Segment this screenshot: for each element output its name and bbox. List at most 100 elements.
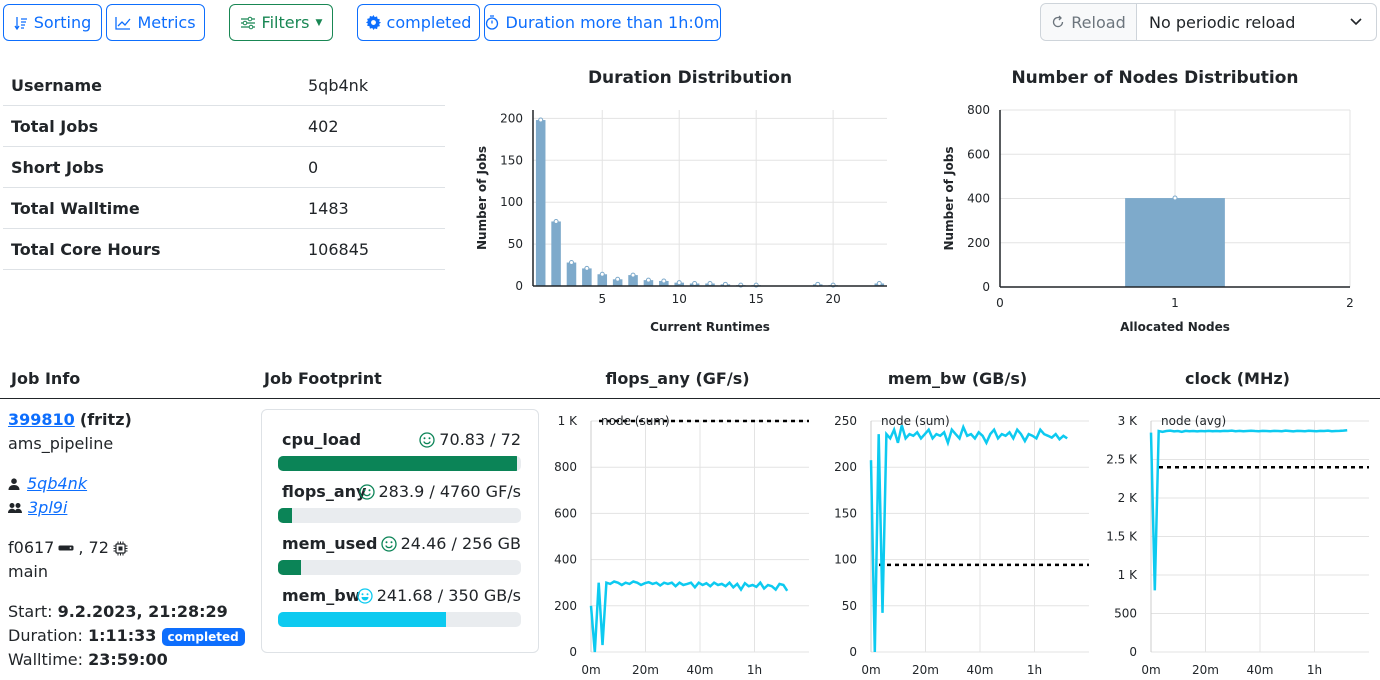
flops-header: flops_any (GF/s) <box>605 369 750 388</box>
smile-icon <box>419 431 435 448</box>
y-tick-label: 200 <box>500 111 523 125</box>
stats-value: 402 <box>308 116 339 136</box>
state-filter-button[interactable]: completed <box>357 4 480 41</box>
bar-point <box>1172 195 1178 201</box>
chart-line-icon <box>115 16 131 30</box>
clock-header: clock (MHz) <box>1185 369 1290 388</box>
job-group-link[interactable]: 3pl9i <box>28 496 67 520</box>
y-tick-label: 0 <box>515 279 523 293</box>
job-host: f0617 <box>8 538 55 557</box>
y-axis-label: Number of Jobs <box>475 146 489 250</box>
y-tick-label: 400 <box>554 553 577 567</box>
y-tick-label: 250 <box>834 414 857 428</box>
series-line <box>589 580 789 653</box>
sorting-label: Sorting <box>33 13 92 32</box>
footprint-value: 283.9 / 4760 GF/s <box>378 482 522 501</box>
x-tick-label: 1h <box>1307 663 1322 677</box>
stats-row: Total Jobs 402 <box>3 106 445 147</box>
stats-label: Username <box>11 75 102 95</box>
job-walltime: 23:59:00 <box>88 650 168 669</box>
x-tick-label: 20m <box>912 663 939 677</box>
stats-value: 106845 <box>308 239 370 259</box>
job-cores: , 72 <box>78 538 109 557</box>
histogram-bar <box>551 221 561 286</box>
y-tick-label: 50 <box>842 599 857 613</box>
y-tick-label: 600 <box>967 147 990 161</box>
y-tick-label: 0 <box>569 645 577 659</box>
y-tick-label: 1 K <box>558 414 578 428</box>
y-tick-label: 600 <box>554 506 577 520</box>
bar-point <box>676 280 682 286</box>
x-tick-label: 2 <box>1346 296 1354 310</box>
reload-button[interactable]: Reload <box>1041 4 1137 40</box>
cpu-icon <box>113 541 128 555</box>
stats-value: 5qb4nk <box>308 75 369 95</box>
reload-label: Reload <box>1071 12 1126 32</box>
histogram-bar <box>566 262 577 286</box>
periodic-reload-select[interactable]: No periodic reload <box>1137 4 1376 40</box>
y-tick-label: 150 <box>500 153 523 167</box>
bar-point <box>692 280 698 286</box>
stats-row: Total Core Hours 106845 <box>3 229 445 270</box>
metrics-label: Metrics <box>137 13 196 32</box>
footprint-value: 24.46 / 256 GB <box>400 534 521 553</box>
state-filter-label: completed <box>386 13 472 32</box>
metrics-button[interactable]: Metrics <box>106 4 205 41</box>
x-tick-label: 20 <box>825 292 840 306</box>
x-axis-label: Current Runtimes <box>650 320 770 334</box>
y-tick-label: 2.5 K <box>1106 453 1138 467</box>
series-label: node (sum) <box>601 414 670 428</box>
job-info-header: Job Info <box>11 369 81 388</box>
refresh-icon <box>1053 15 1064 28</box>
flops-any-chart: 0m 20m 40m 1h 0 200 400 600 800 1 K node (sum) <box>554 414 809 677</box>
smile-icon <box>358 483 375 500</box>
duration-filter-button[interactable]: Duration more than 1h:0m <box>484 4 721 41</box>
x-tick-label: 0m <box>1141 663 1160 677</box>
job-start: 9.2.2023, 21:28:29 <box>57 602 228 621</box>
footprint-name: mem_used <box>282 534 378 553</box>
users-icon <box>8 503 22 513</box>
series-line <box>1149 428 1348 591</box>
y-tick-label: 150 <box>834 506 857 520</box>
bar-point <box>630 272 636 278</box>
stats-row: Short Jobs 0 <box>3 147 445 188</box>
nodes-distribution-chart: 0 1 2 0 200 400 600 800 Allocated Nodes Number of… <box>942 103 1354 334</box>
filters-button[interactable]: Filters ▼ <box>229 4 333 41</box>
series-line <box>869 423 1068 653</box>
x-tick-label: 0 <box>996 296 1004 310</box>
footprint-bar-fill <box>278 612 446 627</box>
footprint-value: 241.68 / 350 GB/s <box>376 586 521 605</box>
stats-row: Total Walltime 1483 <box>3 188 445 229</box>
start-label: Start: <box>8 602 58 621</box>
sorting-button[interactable]: Sorting <box>3 4 102 41</box>
x-tick-label: 40m <box>1247 663 1274 677</box>
bar-point <box>568 260 574 266</box>
job-user-link[interactable]: 5qb4nk <box>27 472 87 496</box>
y-tick-label: 400 <box>967 192 990 206</box>
caret-down-icon: ▼ <box>315 17 323 28</box>
stats-row: Username 5qb4nk <box>3 65 445 106</box>
footprint-name: cpu_load <box>282 430 362 449</box>
job-state-badge: completed <box>161 627 245 646</box>
periodic-reload-value: No periodic reload <box>1149 12 1296 32</box>
y-tick-label: 3 K <box>1118 414 1138 428</box>
job-id-link[interactable]: 399810 <box>8 410 75 429</box>
x-tick-label: 0m <box>581 663 600 677</box>
footprint-bar-fill <box>278 560 302 575</box>
filters-label: Filters <box>261 13 310 32</box>
x-tick-label: 20m <box>1192 663 1219 677</box>
x-tick-label: 40m <box>687 663 714 677</box>
y-tick-label: 1 K <box>1118 568 1138 582</box>
y-tick-label: 200 <box>967 236 990 250</box>
bar-point <box>599 271 605 277</box>
y-tick-label: 200 <box>834 460 857 474</box>
x-tick-label: 1h <box>1027 663 1042 677</box>
y-tick-label: 100 <box>500 195 523 209</box>
bar-point <box>645 277 651 283</box>
y-tick-label: 2 K <box>1118 491 1138 505</box>
chevron-down-icon <box>1350 18 1362 26</box>
y-tick-label: 1.5 K <box>1106 530 1138 544</box>
footprint-name: flops_any <box>282 482 367 501</box>
x-tick-label: 5 <box>598 292 606 306</box>
x-tick-label: 1 <box>1171 296 1179 310</box>
